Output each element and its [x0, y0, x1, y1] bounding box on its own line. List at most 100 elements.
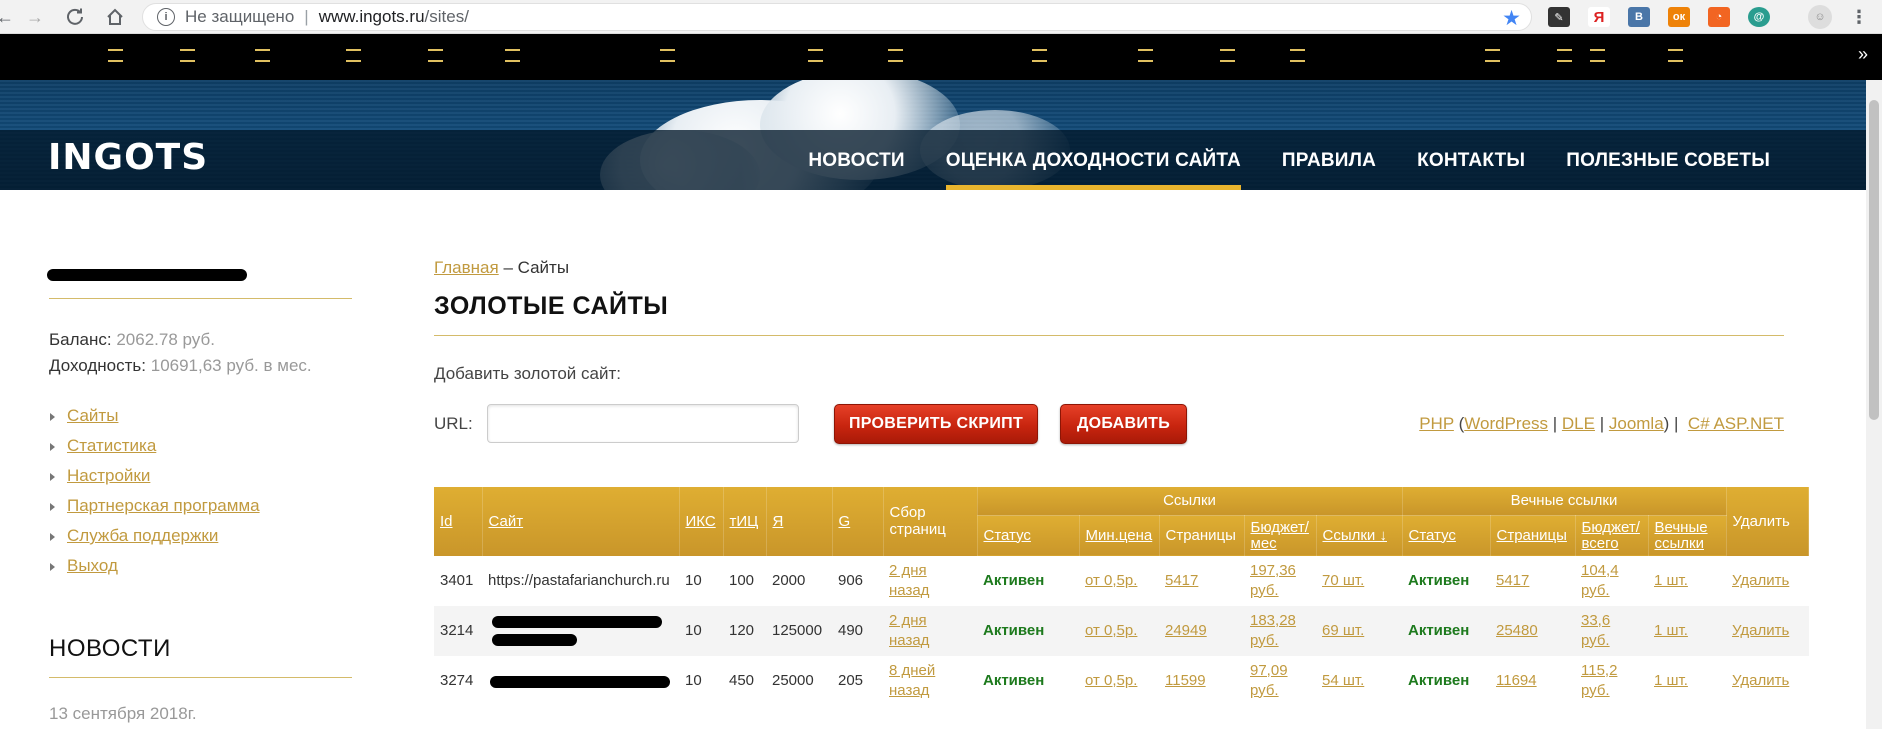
- bookmark-star-icon[interactable]: ★: [1502, 6, 1521, 31]
- bookmark-folder-icon[interactable]: [1032, 49, 1047, 62]
- bookmark-folder-icon[interactable]: [346, 49, 361, 62]
- yandex-icon[interactable]: Я: [1588, 7, 1610, 27]
- bookmark-folder-icon[interactable]: [1138, 49, 1153, 62]
- min-price-link[interactable]: от 0,5р.: [1085, 622, 1137, 639]
- sort-status-link[interactable]: Статус: [984, 527, 1031, 544]
- wordpress-link[interactable]: WordPress: [1464, 414, 1548, 433]
- col-budget-month[interactable]: Бюджет/ мес: [1244, 515, 1317, 556]
- php-link[interactable]: PHP: [1419, 414, 1454, 433]
- col-eternal-budget[interactable]: Бюджет/ всего: [1575, 515, 1649, 556]
- links-link[interactable]: 54 шт.: [1322, 672, 1364, 689]
- sort-min-price-link[interactable]: Мин.цена: [1086, 527, 1153, 544]
- collect-link[interactable]: 8 дней назад: [889, 662, 935, 699]
- sort-tic-link[interactable]: тИЦ: [730, 513, 759, 530]
- forward-icon[interactable]: →: [22, 5, 48, 29]
- eternal-pages-link[interactable]: 5417: [1496, 572, 1529, 589]
- collect-link[interactable]: 2 дня назад: [889, 562, 929, 599]
- menu-icon[interactable]: ⋮: [1846, 5, 1872, 29]
- sidebar-link-partner[interactable]: Партнерская программа: [67, 496, 260, 515]
- col-eternal-links[interactable]: Вечные ссылки: [1648, 515, 1727, 556]
- nav-contacts[interactable]: КОНТАКТЫ: [1417, 150, 1525, 189]
- sort-eternal-links-link[interactable]: Вечные ссылки: [1655, 519, 1708, 552]
- breadcrumb-home[interactable]: Главная: [434, 258, 499, 277]
- bookmark-folder-icon[interactable]: [1590, 49, 1605, 62]
- eternal-budget-link[interactable]: 115,2 руб.: [1581, 662, 1617, 699]
- budget-link[interactable]: 97,09 руб.: [1250, 662, 1288, 699]
- nav-news[interactable]: НОВОСТИ: [808, 150, 904, 189]
- eternal-budget-link[interactable]: 104,4 руб.: [1581, 562, 1619, 599]
- back-icon[interactable]: ←: [0, 5, 18, 29]
- col-id[interactable]: Id: [434, 487, 483, 556]
- home-icon[interactable]: [102, 5, 128, 29]
- page-scrollbar[interactable]: [1866, 80, 1882, 729]
- sort-links-link[interactable]: Ссылки ↓: [1323, 527, 1387, 544]
- nav-site-valuation[interactable]: ОЦЕНКА ДОХОДНОСТИ САЙТА: [945, 150, 1242, 190]
- info-icon[interactable]: i: [157, 8, 175, 26]
- delete-link[interactable]: Удалить: [1732, 672, 1789, 689]
- reload-icon[interactable]: [62, 5, 88, 29]
- vk-icon[interactable]: B: [1628, 7, 1650, 27]
- col-eternal-pages[interactable]: Страницы: [1490, 515, 1576, 556]
- col-site[interactable]: Сайт: [482, 487, 680, 556]
- bookmark-folder-icon[interactable]: [1485, 49, 1500, 62]
- col-tic[interactable]: тИЦ: [723, 487, 767, 556]
- budget-link[interactable]: 183,28 руб.: [1250, 612, 1296, 649]
- col-g[interactable]: G: [832, 487, 884, 556]
- sidebar-link-support[interactable]: Служба поддержки: [67, 526, 218, 545]
- delete-link[interactable]: Удалить: [1732, 622, 1789, 639]
- min-price-link[interactable]: от 0,5р.: [1085, 572, 1137, 589]
- col-iks[interactable]: ИКС: [679, 487, 724, 556]
- site-logo[interactable]: INGOTS: [48, 137, 208, 178]
- bookmark-folder-icon[interactable]: [808, 49, 823, 62]
- sidebar-link-sites[interactable]: Сайты: [67, 406, 118, 425]
- sidebar-link-settings[interactable]: Настройки: [67, 466, 150, 485]
- sort-ya-link[interactable]: Я: [773, 513, 784, 530]
- eternal-links-link[interactable]: 1 шт.: [1654, 672, 1688, 689]
- bookmarks-more-button[interactable]: »: [1858, 44, 1868, 65]
- col-links[interactable]: Ссылки ↓: [1316, 515, 1403, 556]
- pages-link[interactable]: 11599: [1165, 672, 1206, 689]
- col-eternal-status[interactable]: Статус: [1402, 515, 1491, 556]
- sort-budget-link[interactable]: Бюджет/ мес: [1251, 519, 1309, 552]
- nav-rules[interactable]: ПРАВИЛА: [1282, 150, 1376, 189]
- bookmark-folder-icon[interactable]: [428, 49, 443, 62]
- bookmark-folder-icon[interactable]: [660, 49, 675, 62]
- add-site-button[interactable]: ДОБАВИТЬ: [1060, 404, 1187, 444]
- eternal-pages-link[interactable]: 11694: [1496, 672, 1537, 689]
- col-ya[interactable]: Я: [766, 487, 833, 556]
- rss-icon[interactable]: ◔: [1708, 7, 1730, 27]
- delete-link[interactable]: Удалить: [1732, 572, 1789, 589]
- extension-icon[interactable]: ✎: [1548, 7, 1570, 27]
- nav-tips[interactable]: ПОЛЕЗНЫЕ СОВЕТЫ: [1566, 150, 1770, 189]
- sidebar-link-statistics[interactable]: Статистика: [67, 436, 156, 455]
- address-bar[interactable]: i Не защищено | www.ingots.ru/sites/ ★: [142, 3, 1532, 31]
- check-script-button[interactable]: ПРОВЕРИТЬ СКРИПТ: [834, 404, 1038, 444]
- dle-link[interactable]: DLE: [1562, 414, 1595, 433]
- odnoklassniki-icon[interactable]: ок: [1668, 7, 1690, 27]
- bookmark-folder-icon[interactable]: [1668, 49, 1683, 62]
- links-link[interactable]: 70 шт.: [1322, 572, 1364, 589]
- pages-link[interactable]: 24949: [1165, 622, 1207, 639]
- sort-eternal-pages-link[interactable]: Страницы: [1497, 527, 1567, 544]
- eternal-links-link[interactable]: 1 шт.: [1654, 572, 1688, 589]
- bookmark-folder-icon[interactable]: [255, 49, 270, 62]
- sort-id-link[interactable]: Id: [440, 513, 453, 530]
- bookmark-folder-icon[interactable]: [1557, 49, 1572, 62]
- profile-avatar[interactable]: ☺: [1808, 5, 1832, 29]
- collect-link[interactable]: 2 дня назад: [889, 612, 929, 649]
- scrollbar-thumb[interactable]: [1869, 100, 1879, 420]
- joomla-link[interactable]: Joomla: [1609, 414, 1664, 433]
- bookmark-folder-icon[interactable]: [888, 49, 903, 62]
- eternal-links-link[interactable]: 1 шт.: [1654, 622, 1688, 639]
- bookmark-folder-icon[interactable]: [180, 49, 195, 62]
- eternal-budget-link[interactable]: 33,6 руб.: [1581, 612, 1610, 649]
- url-input[interactable]: [487, 404, 799, 443]
- bookmark-folder-icon[interactable]: [1290, 49, 1305, 62]
- sort-g-link[interactable]: G: [839, 513, 851, 530]
- bookmark-folder-icon[interactable]: [505, 49, 520, 62]
- sort-site-link[interactable]: Сайт: [489, 513, 524, 530]
- col-status[interactable]: Статус: [977, 515, 1080, 556]
- sidebar-link-logout[interactable]: Выход: [67, 556, 118, 575]
- budget-link[interactable]: 197,36 руб.: [1250, 562, 1296, 599]
- links-link[interactable]: 69 шт.: [1322, 622, 1364, 639]
